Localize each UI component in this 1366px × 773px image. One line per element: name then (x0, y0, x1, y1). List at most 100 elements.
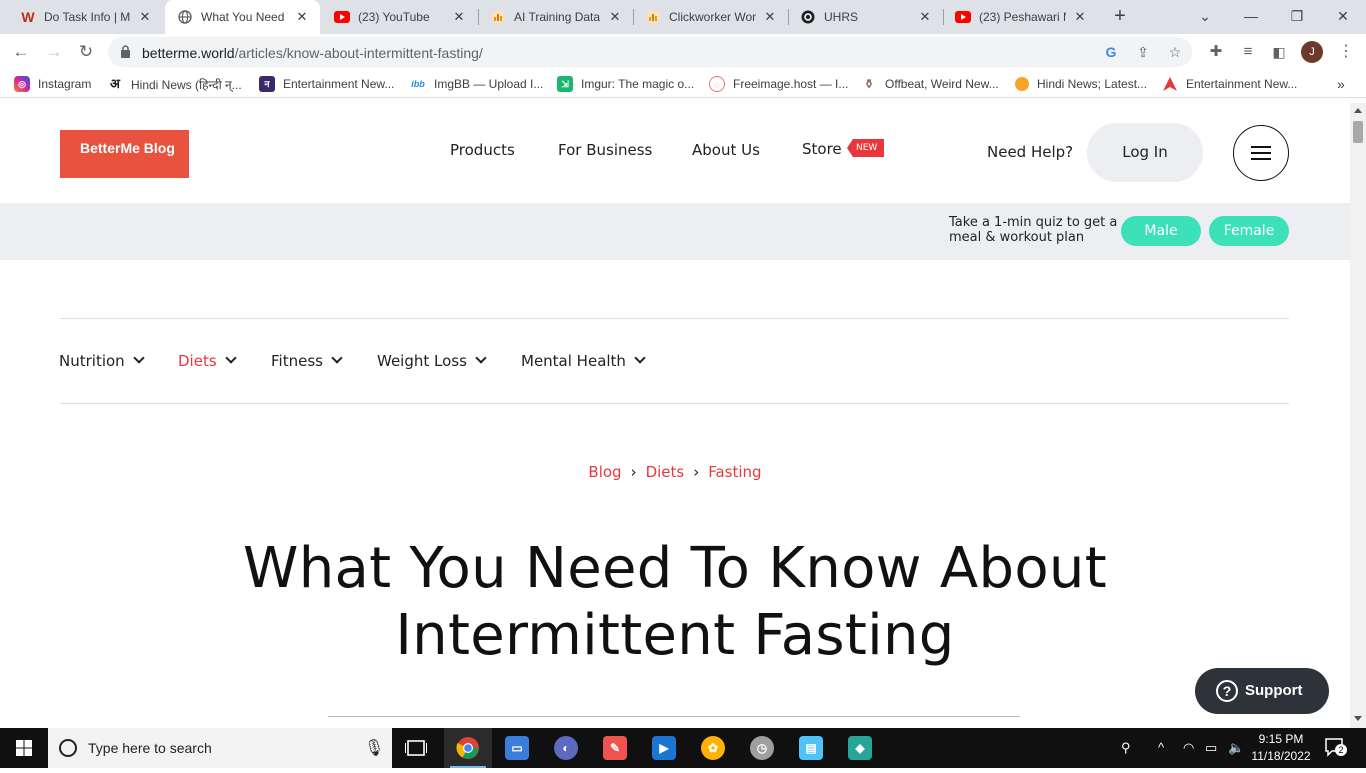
nav-about-us[interactable]: About Us (692, 141, 760, 159)
uhrs-icon (800, 9, 816, 25)
login-button[interactable]: Log In (1087, 123, 1203, 182)
tab-peshawari[interactable]: (23) Peshawari Na ✕ (943, 0, 1098, 34)
tab-uhrs[interactable]: UHRS ✕ (788, 0, 943, 34)
close-icon[interactable]: ✕ (762, 9, 778, 25)
taskbar-clock[interactable]: 9:15 PM 11/18/2022 (1250, 731, 1312, 765)
bookmark-entertainment-news-2[interactable]: Entertainment New... (1162, 75, 1297, 93)
bookmark-imgbb[interactable]: ibb ImgBB — Upload I... (410, 75, 543, 93)
url-path: /articles/know-about-intermittent-fastin… (234, 45, 483, 61)
battery-icon[interactable]: ▭ (1205, 740, 1217, 756)
scrollbar-thumb[interactable] (1353, 121, 1363, 143)
bookmark-entertainment-news[interactable]: न Entertainment New... (259, 75, 394, 93)
clock-time: 9:15 PM (1258, 732, 1304, 746)
instagram-icon: ◎ (14, 76, 30, 92)
close-icon[interactable]: ✕ (294, 9, 310, 25)
close-icon[interactable]: ✕ (451, 9, 467, 25)
media-control-icon[interactable]: ≡ (1236, 40, 1260, 64)
taskbar-chrome[interactable] (444, 728, 492, 768)
male-button[interactable]: Male (1121, 216, 1201, 246)
bookmark-imgur[interactable]: ⇲ Imgur: The magic o... (557, 75, 694, 93)
reload-button[interactable]: ↻ (74, 40, 98, 64)
wifi-icon[interactable]: ◠ (1183, 740, 1194, 756)
url-text[interactable]: betterme.world/articles/know-about-inter… (142, 45, 483, 61)
more-bookmarks-chevron-icon[interactable]: » (1337, 75, 1345, 93)
tab-title: (23) Peshawari Na (979, 10, 1066, 24)
need-help-link[interactable]: Need Help? (987, 143, 1073, 161)
category-label: Diets (178, 352, 217, 370)
taskbar-filmora[interactable]: ◆ (836, 728, 884, 768)
nav-products[interactable]: Products (450, 141, 515, 159)
restore-button[interactable]: ❐ (1274, 0, 1320, 34)
bookmark-label: Offbeat, Weird New... (885, 77, 999, 91)
side-panel-icon[interactable]: ◧ (1267, 40, 1291, 64)
address-bar[interactable]: betterme.world/articles/know-about-inter… (108, 37, 1192, 67)
breadcrumb-fasting[interactable]: Fasting (708, 463, 761, 481)
bookmark-instagram[interactable]: ◎ Instagram (14, 75, 91, 93)
tab-clickworker[interactable]: Clickworker Work ✕ (633, 0, 788, 34)
tab-what-you-need[interactable]: What You Need T ✕ (165, 0, 320, 34)
bookmark-star-icon[interactable]: ☆ (1166, 43, 1184, 61)
task-view-button[interactable] (392, 728, 440, 768)
microphone-icon[interactable]: 🎙 (364, 738, 384, 758)
page-scrollbar[interactable] (1350, 103, 1366, 728)
betterme-logo[interactable]: BetterMe Blog (60, 130, 189, 178)
start-button[interactable] (0, 728, 48, 768)
profile-avatar[interactable]: J (1301, 41, 1323, 63)
share-icon[interactable]: ⇪ (1134, 43, 1152, 61)
taskbar-browser-app[interactable]: ◐ (542, 728, 590, 768)
taskbar-laptop-app[interactable]: ▭ (493, 728, 541, 768)
w-icon: W (21, 9, 35, 25)
article-title-line: What You Need To Know About (243, 536, 1107, 601)
google-translate-icon[interactable]: G (1102, 43, 1120, 61)
task-view-icon (405, 740, 427, 756)
category-nutrition[interactable]: Nutrition (59, 352, 145, 370)
category-diets[interactable]: Diets (178, 352, 237, 370)
category-weight-loss[interactable]: Weight Loss (377, 352, 487, 370)
more-menu-icon[interactable]: ⋮ (1334, 40, 1358, 64)
tab-do-task-info[interactable]: W Do Task Info | Mic ✕ (8, 0, 163, 34)
bookmark-freeimage[interactable]: ◌ Freeimage.host — I... (709, 75, 848, 93)
nav-store[interactable]: Store (802, 140, 842, 158)
close-icon[interactable]: ✕ (607, 9, 623, 25)
breadcrumb-diets[interactable]: Diets (646, 463, 685, 481)
windows-taskbar: Type here to search 🎙 ▭ ◐ ✎ ▶ ✿ ◷ ▤ ◆ ⚲ … (0, 728, 1366, 768)
back-button[interactable]: ← (9, 40, 33, 64)
bookmark-hindi-news[interactable]: अ Hindi News (हिन्दी न्... (107, 75, 242, 93)
hamburger-menu-button[interactable] (1233, 125, 1289, 181)
forward-button[interactable]: → (42, 40, 66, 64)
search-placeholder: Type here to search (88, 740, 212, 756)
bookmark-offbeat[interactable]: ⚱ Offbeat, Weird New... (861, 75, 999, 93)
new-tab-button[interactable]: + (1108, 4, 1132, 28)
close-window-button[interactable]: ✕ (1320, 0, 1366, 34)
tab-youtube[interactable]: (23) YouTube ✕ (322, 0, 477, 34)
support-button[interactable]: ? Support (1195, 668, 1329, 714)
taskbar-paint[interactable]: ✿ (689, 728, 737, 768)
people-icon[interactable]: ⚲ (1121, 740, 1131, 756)
taskbar-media-player[interactable]: ▶ (640, 728, 688, 768)
female-button[interactable]: Female (1209, 216, 1289, 246)
tab-ai-training-data[interactable]: AI Training Data a ✕ (478, 0, 633, 34)
taskbar-search[interactable]: Type here to search 🎙 (48, 728, 392, 768)
breadcrumb-blog[interactable]: Blog (588, 463, 621, 481)
close-icon[interactable]: ✕ (1072, 9, 1088, 25)
taskbar-paint3d[interactable]: ✎ (591, 728, 639, 768)
category-mental-health[interactable]: Mental Health (521, 352, 646, 370)
volume-icon[interactable]: 🔈 (1228, 740, 1244, 756)
minimize-button[interactable]: — (1228, 0, 1274, 34)
lock-icon[interactable] (120, 45, 131, 58)
notifications-button[interactable]: 2 (1324, 737, 1347, 760)
taskbar-stopwatch[interactable]: ◷ (738, 728, 786, 768)
bookmark-hindi-news-latest[interactable]: Hindi News; Latest... (1015, 75, 1147, 93)
tab-search-chevron-icon[interactable]: ⌄ (1182, 0, 1228, 34)
close-icon[interactable]: ✕ (917, 9, 933, 25)
nav-for-business[interactable]: For Business (558, 141, 652, 159)
chevron-up-icon[interactable]: ^ (1158, 740, 1164, 755)
taskbar-notepad[interactable]: ▤ (787, 728, 835, 768)
extensions-icon[interactable]: ✚ (1204, 40, 1228, 64)
new-badge: NEW (847, 139, 885, 157)
scroll-down-arrow-icon[interactable] (1354, 716, 1362, 721)
close-icon[interactable]: ✕ (137, 9, 153, 25)
windows-logo-icon (16, 740, 32, 756)
scroll-up-arrow-icon[interactable] (1354, 108, 1362, 113)
category-fitness[interactable]: Fitness (271, 352, 343, 370)
